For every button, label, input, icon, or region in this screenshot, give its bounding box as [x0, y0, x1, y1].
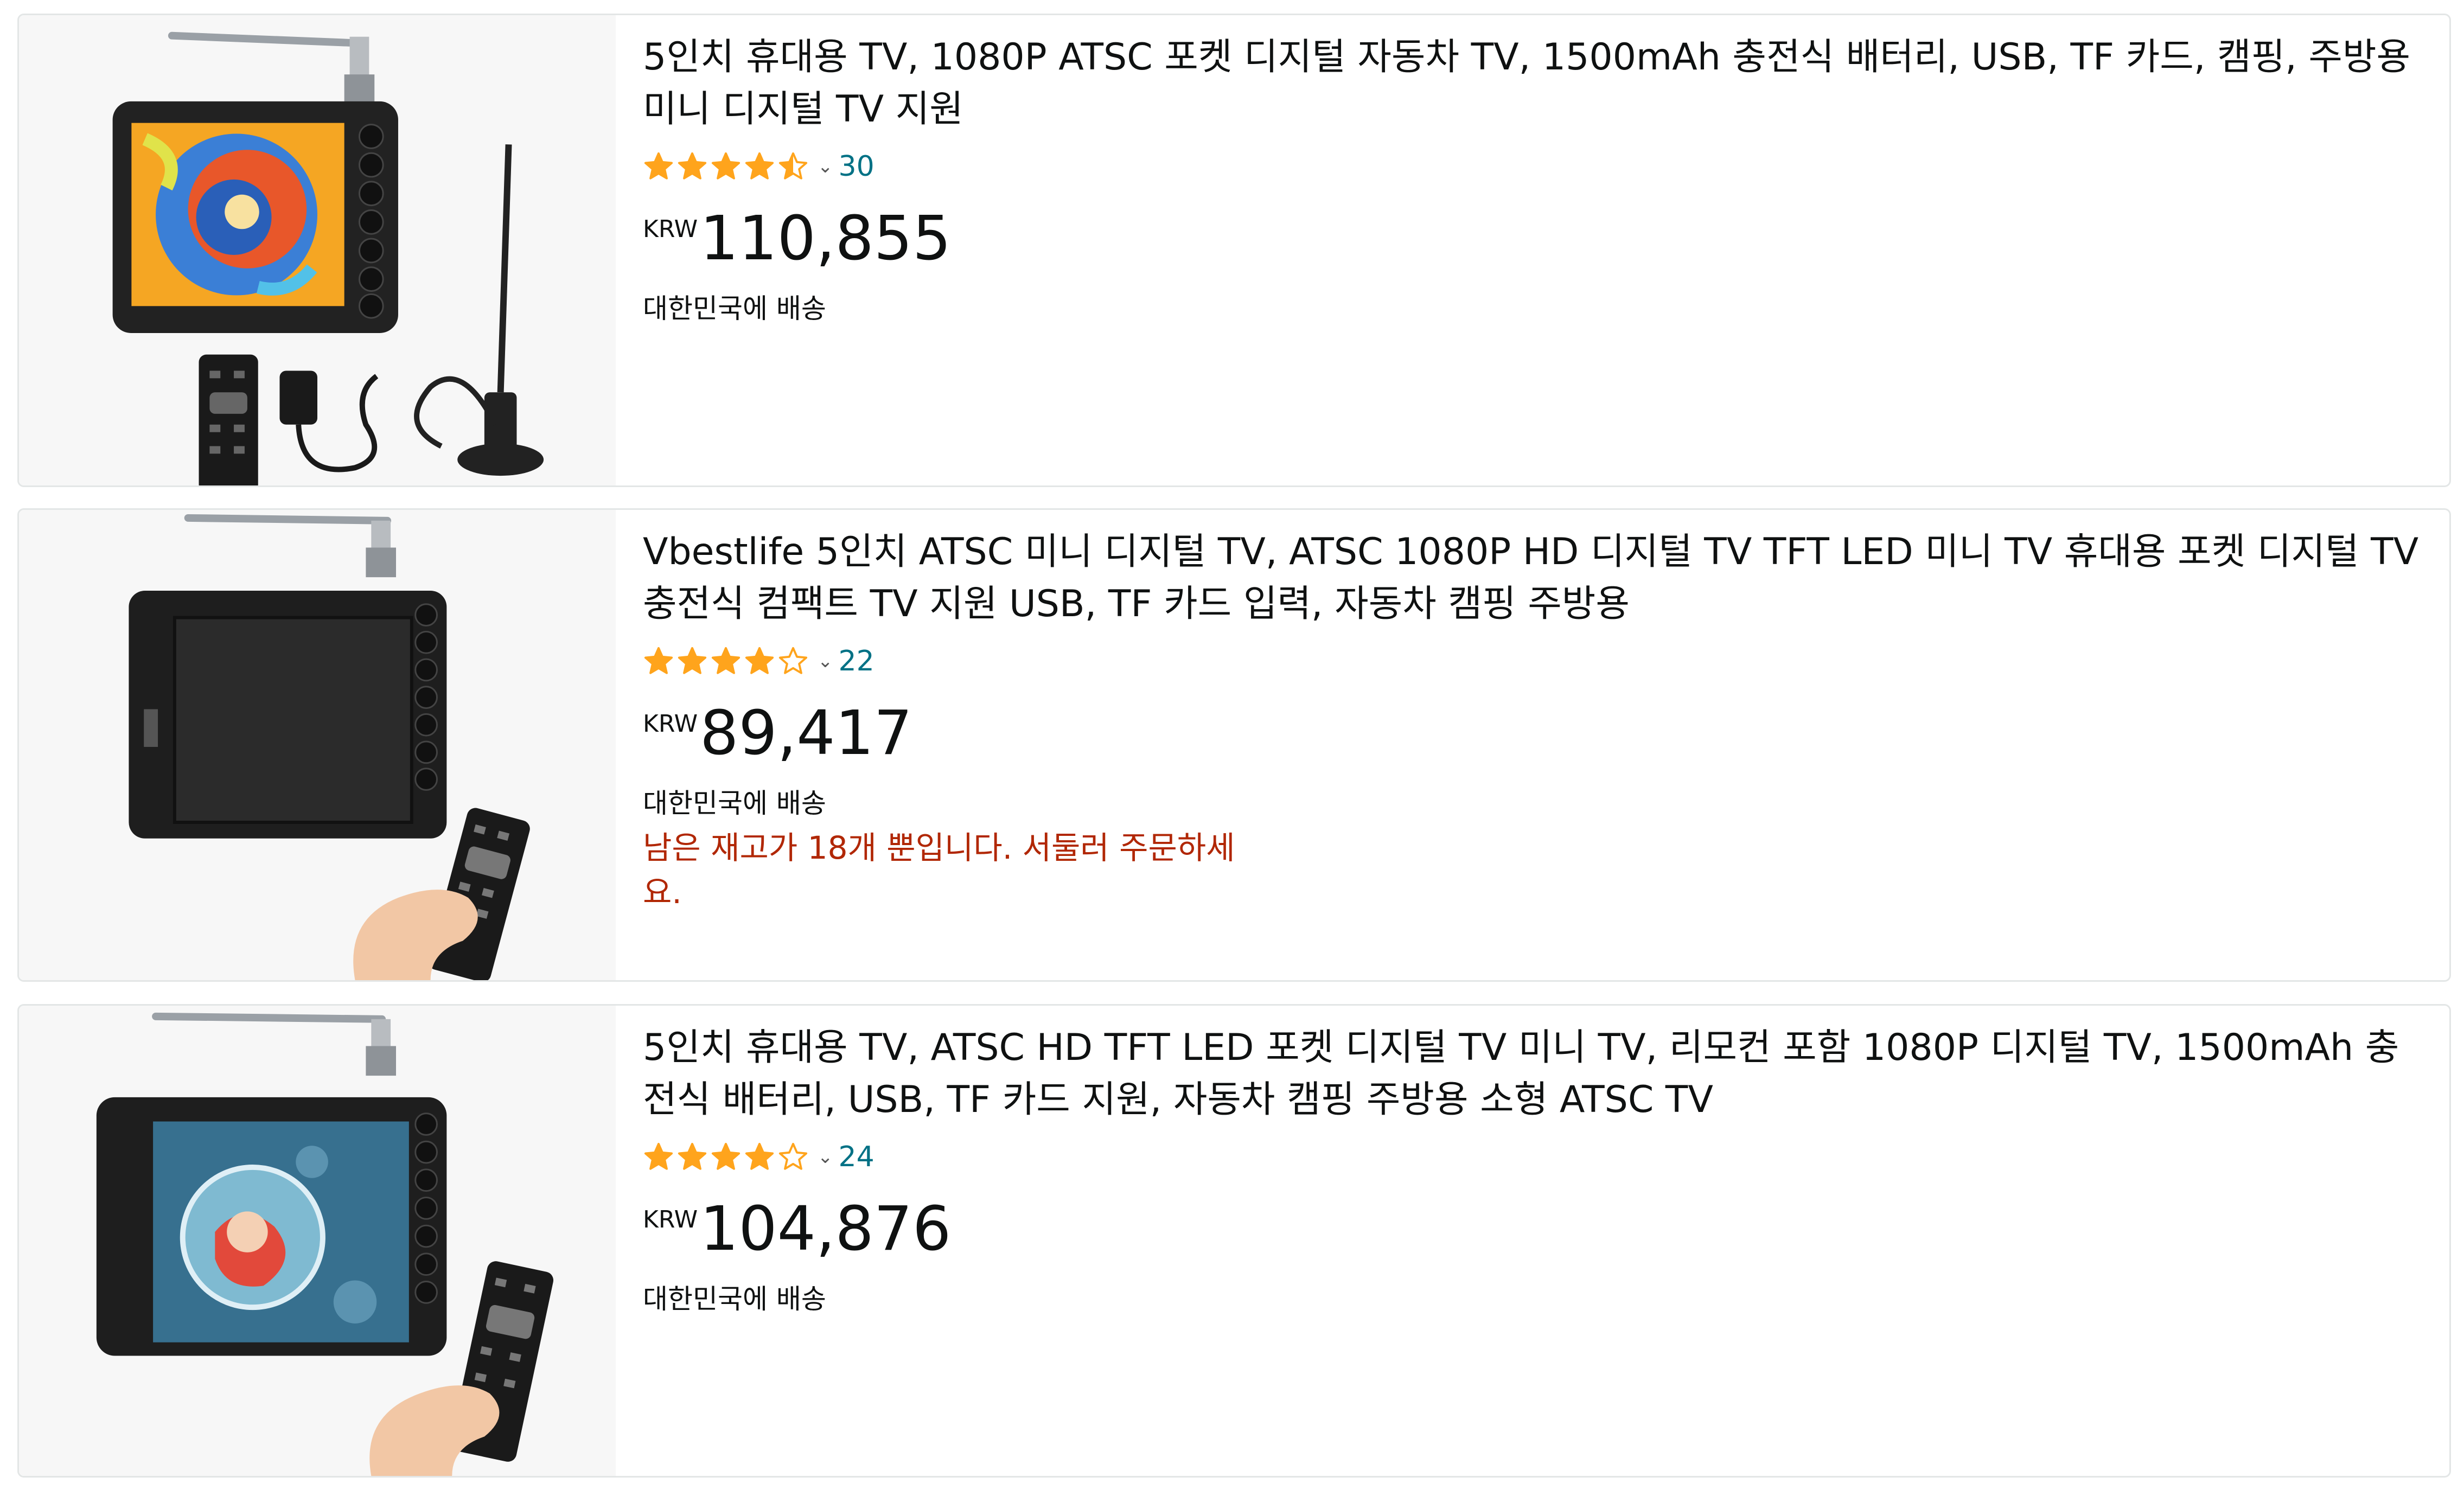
currency-code: KRW — [643, 1206, 698, 1233]
price-amount: 110,855 — [700, 203, 952, 274]
rating-row: ⌄ 22 — [643, 642, 2428, 680]
star-empty-icon — [778, 1142, 808, 1170]
tv-product-image — [112, 31, 544, 485]
star-empty-icon — [778, 647, 808, 674]
product-image[interactable] — [19, 15, 616, 485]
star-full-icon — [644, 647, 673, 674]
tv-product-image — [96, 1012, 554, 1476]
star-full-icon — [745, 1142, 774, 1170]
currency-code: KRW — [643, 215, 698, 243]
review-count-link[interactable]: 24 — [839, 1141, 874, 1173]
price-amount: 89,417 — [700, 698, 913, 769]
rating-row: ⌄ 24 — [643, 1138, 2428, 1176]
chevron-down-icon[interactable]: ⌄ — [818, 156, 833, 177]
star-full-icon — [745, 647, 774, 674]
star-full-icon — [678, 152, 707, 180]
search-results-list: 5인치 휴대용 TV, 1080P ATSC 포켓 디지털 자동차 TV, 15… — [0, 0, 2464, 1496]
star-full-icon — [711, 647, 741, 674]
star-full-icon — [678, 1142, 707, 1170]
shipping-text: 대한민국에 배송 — [643, 788, 826, 819]
star-rating[interactable] — [643, 1141, 811, 1173]
product-card: 5인치 휴대용 TV, 1080P ATSC 포켓 디지털 자동차 TV, 15… — [17, 14, 2451, 487]
star-full-icon — [644, 1142, 673, 1170]
star-full-icon — [745, 152, 774, 180]
product-info: Vbestlife 5인치 ATSC 미니 디지털 TV, ATSC 1080P… — [643, 510, 2428, 915]
product-image[interactable] — [19, 1006, 616, 1476]
price-amount: 104,876 — [700, 1194, 952, 1264]
product-title-link[interactable]: 5인치 휴대용 TV, ATSC HD TFT LED 포켓 디지털 TV 미니… — [643, 1022, 2428, 1126]
star-full-icon — [711, 152, 741, 180]
price: KRW 110,855 — [643, 206, 2428, 271]
star-full-icon — [644, 152, 673, 180]
star-rating[interactable] — [643, 151, 811, 182]
shipping-text: 대한민국에 배송 — [643, 293, 826, 324]
review-count-link[interactable]: 30 — [839, 150, 874, 183]
product-card: Vbestlife 5인치 ATSC 미니 디지털 TV, ATSC 1080P… — [17, 508, 2451, 982]
stock-notice: 남은 재고가 18개 뿐입니다. 서둘러 주문하세요. — [643, 829, 1235, 911]
product-info: 5인치 휴대용 TV, ATSC HD TFT LED 포켓 디지털 TV 미니… — [643, 1006, 2428, 1318]
chevron-down-icon[interactable]: ⌄ — [818, 1146, 833, 1168]
price: KRW 104,876 — [643, 1197, 2428, 1262]
price: KRW 89,417 — [643, 701, 2428, 766]
product-card: 5인치 휴대용 TV, ATSC HD TFT LED 포켓 디지털 TV 미니… — [17, 1004, 2451, 1478]
shipping-text: 대한민국에 배송 — [643, 1283, 826, 1315]
chevron-down-icon[interactable]: ⌄ — [818, 650, 833, 672]
product-title-link[interactable]: Vbestlife 5인치 ATSC 미니 디지털 TV, ATSC 1080P… — [643, 526, 2428, 630]
rating-row: ⌄ 30 — [643, 148, 2428, 186]
star-rating[interactable] — [643, 645, 811, 677]
star-full-icon — [711, 1142, 741, 1170]
currency-code: KRW — [643, 710, 698, 738]
tv-product-image — [129, 514, 530, 980]
star-full-icon — [678, 647, 707, 674]
product-info: 5인치 휴대용 TV, 1080P ATSC 포켓 디지털 자동차 TV, 15… — [643, 15, 2428, 328]
star-half-icon — [778, 152, 808, 180]
product-title-link[interactable]: 5인치 휴대용 TV, 1080P ATSC 포켓 디지털 자동차 TV, 15… — [643, 31, 2428, 136]
review-count-link[interactable]: 22 — [839, 645, 874, 677]
product-image[interactable] — [19, 510, 616, 980]
